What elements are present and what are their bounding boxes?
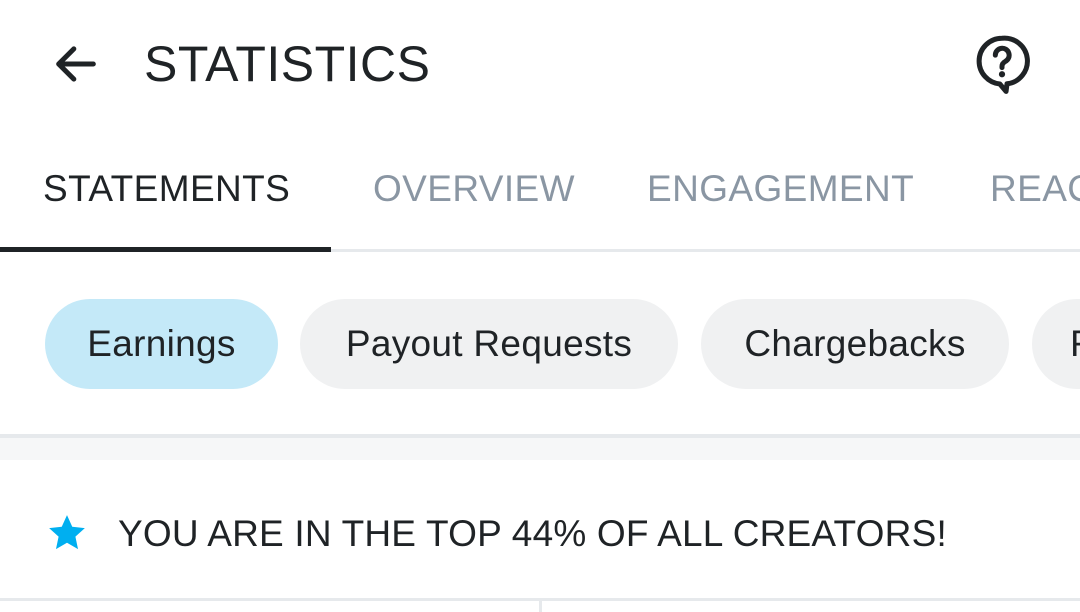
statistics-screen: STATISTICS STATEMENTS OVERVIEW ENGAGEMEN… <box>0 0 1080 612</box>
app-header: STATISTICS <box>0 0 1080 128</box>
help-button[interactable] <box>968 30 1036 98</box>
tab-bar: STATEMENTS OVERVIEW ENGAGEMENT REACH <box>0 128 1080 252</box>
top-creators-banner: YOU ARE IN THE TOP 44% OF ALL CREATORS! <box>0 460 1080 598</box>
chip-earnings[interactable]: Earnings <box>45 299 278 389</box>
banner-text: YOU ARE IN THE TOP 44% OF ALL CREATORS! <box>118 513 947 554</box>
chip-payout-requests[interactable]: Payout Requests <box>300 299 678 389</box>
arrow-left-icon <box>56 46 96 82</box>
tab-engagement[interactable]: ENGAGEMENT <box>647 128 914 249</box>
section-gap <box>0 438 1080 460</box>
chip-chargebacks[interactable]: Chargebacks <box>701 299 1009 389</box>
chip-referrals[interactable]: Referrals <box>1032 299 1080 389</box>
star-icon <box>49 515 85 550</box>
tab-statements[interactable]: STATEMENTS <box>43 128 290 249</box>
filter-chips: Earnings Payout Requests Chargebacks Ref… <box>0 252 1080 436</box>
question-bubble-icon <box>976 35 1030 94</box>
tab-reach[interactable]: REACH <box>990 128 1080 249</box>
page-title: STATISTICS <box>144 36 431 92</box>
back-button[interactable] <box>44 32 108 96</box>
column-divider <box>539 598 542 612</box>
tab-overview[interactable]: OVERVIEW <box>373 128 575 249</box>
